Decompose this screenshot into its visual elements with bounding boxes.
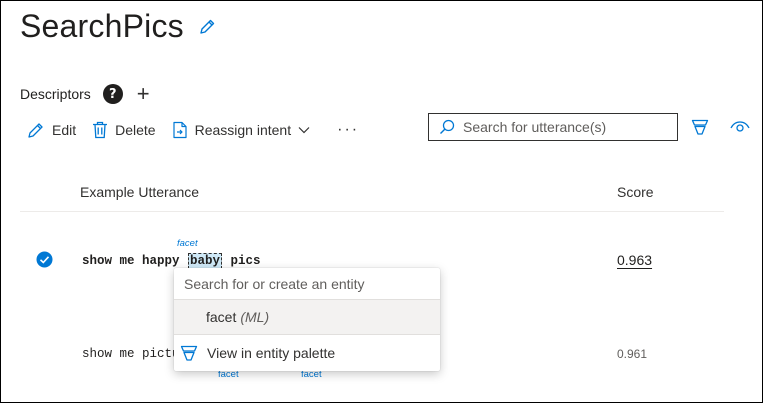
utterance-token: show me happy [82,254,188,268]
filter-icon[interactable] [691,118,709,141]
help-icon[interactable]: ? [102,84,123,104]
descriptors-row: Descriptors ? + [20,83,150,105]
delete-label: Delete [115,122,156,138]
score-value[interactable]: 0.963 [617,252,652,268]
reassign-intent-button[interactable]: Reassign intent [172,121,318,139]
edit-label: Edit [52,122,77,138]
entity-search-input[interactable] [182,274,426,293]
utterance-text[interactable]: show me pictur [82,347,187,361]
entity-option-type: (ML) [240,309,270,325]
eye-icon[interactable] [730,118,750,139]
trash-icon [93,121,108,139]
edit-button[interactable]: Edit [27,121,76,139]
chevron-down-icon [298,127,310,134]
toolbar: Edit Delete Reassign intent ··· [27,121,359,139]
utterance-search-box[interactable] [428,113,678,141]
utterance-text[interactable]: show me happy baby pics [82,253,261,269]
entity-option-name: facet [206,309,237,325]
reassign-icon [172,121,187,139]
entity-palette-icon [180,345,198,361]
page-title: SearchPics [20,8,184,44]
entity-dropdown: facet (ML) View in entity palette [174,268,440,371]
delete-button[interactable]: Delete [92,121,156,139]
header-divider [20,211,724,212]
score-value: 0.961 [617,347,648,361]
pencil-icon[interactable] [198,18,216,36]
title-row: SearchPics [20,8,216,45]
entity-label: facet [177,238,198,249]
check-circle-icon[interactable] [36,251,53,273]
descriptors-label: Descriptors [20,86,91,102]
utterance-token: pics [223,254,261,268]
view-entity-palette-label: View in entity palette [207,345,336,361]
utterance-search-input[interactable] [461,118,665,136]
reassign-label: Reassign intent [194,122,292,138]
entity-option-facet[interactable]: facet (ML) [174,300,440,335]
search-icon [440,119,455,134]
view-entity-palette-button[interactable]: View in entity palette [174,335,440,371]
entity-search-box [174,268,440,300]
column-header-score[interactable]: Score [617,184,654,200]
labeled-token[interactable]: baby [188,253,223,269]
more-options-button[interactable]: ··· [337,121,359,139]
add-descriptor-button[interactable]: + [137,83,150,105]
edit-icon [28,123,43,138]
column-header-utterance[interactable]: Example Utterance [80,184,199,200]
